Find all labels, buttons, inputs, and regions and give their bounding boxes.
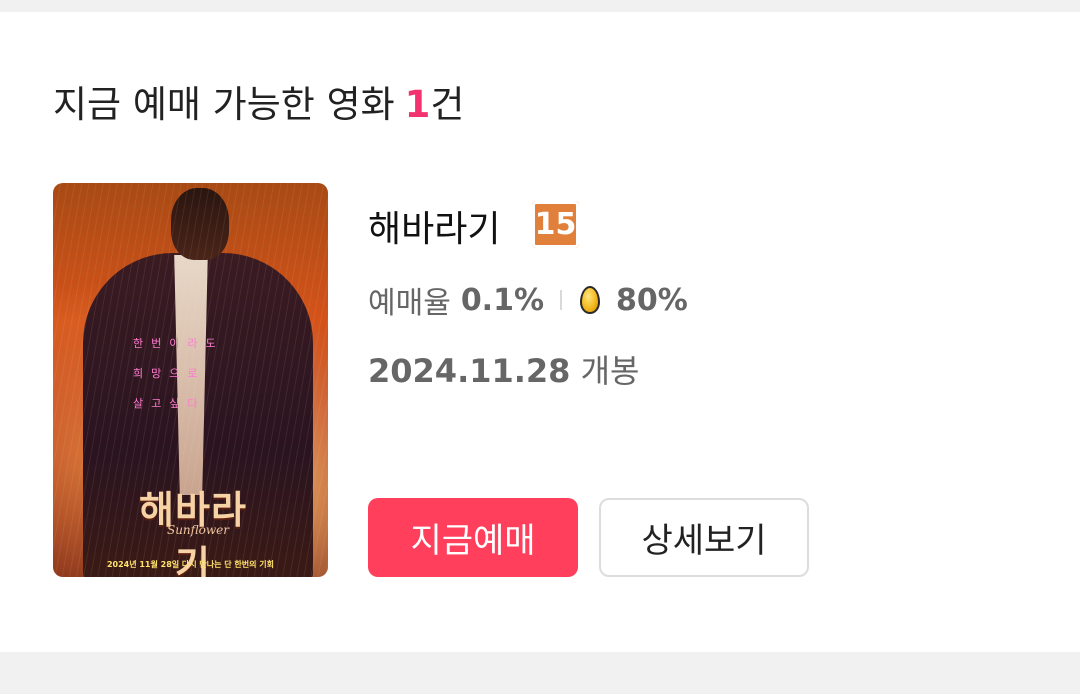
release-date: 2024.11.28	[368, 352, 571, 390]
release-suffix: 개봉	[580, 352, 640, 390]
movie-poster[interactable]: 한번이라도 희망으로 살고싶다 해바라기 Sunflower 2024년 11월…	[53, 183, 328, 577]
booking-rate-label: 예매율	[368, 286, 451, 321]
section-heading: 지금 예매 가능한 영화 1건	[53, 74, 464, 128]
poster-tagline-3: 살고싶다	[133, 397, 206, 410]
heading-prefix: 지금 예매 가능한 영화	[53, 83, 395, 126]
poster-tagline-1: 한번이라도	[133, 337, 224, 350]
golden-egg-icon	[580, 286, 601, 314]
movie-title[interactable]: 해바라기	[368, 200, 500, 252]
booking-rate-value: 0.1%	[460, 282, 545, 318]
book-now-button[interactable]: 지금예매	[368, 498, 578, 577]
count-suffix: 건	[430, 83, 465, 126]
poster-tagline-2: 희망으로	[133, 367, 206, 380]
release-info: 2024.11.28 개봉	[368, 346, 640, 392]
poster-release-line: 2024년 11월 28일 다시 만나는 단 한번의 기회	[106, 560, 275, 569]
movie-stats: 예매율 0.1% 80%	[368, 280, 688, 322]
view-details-button[interactable]: 상세보기	[599, 498, 809, 577]
poster-subtitle: Sunflower	[166, 523, 229, 537]
movie-count: 1	[404, 83, 431, 126]
age-rating-badge: 15	[532, 201, 579, 248]
golden-egg-score: 80%	[616, 282, 688, 318]
stats-divider	[560, 290, 563, 310]
